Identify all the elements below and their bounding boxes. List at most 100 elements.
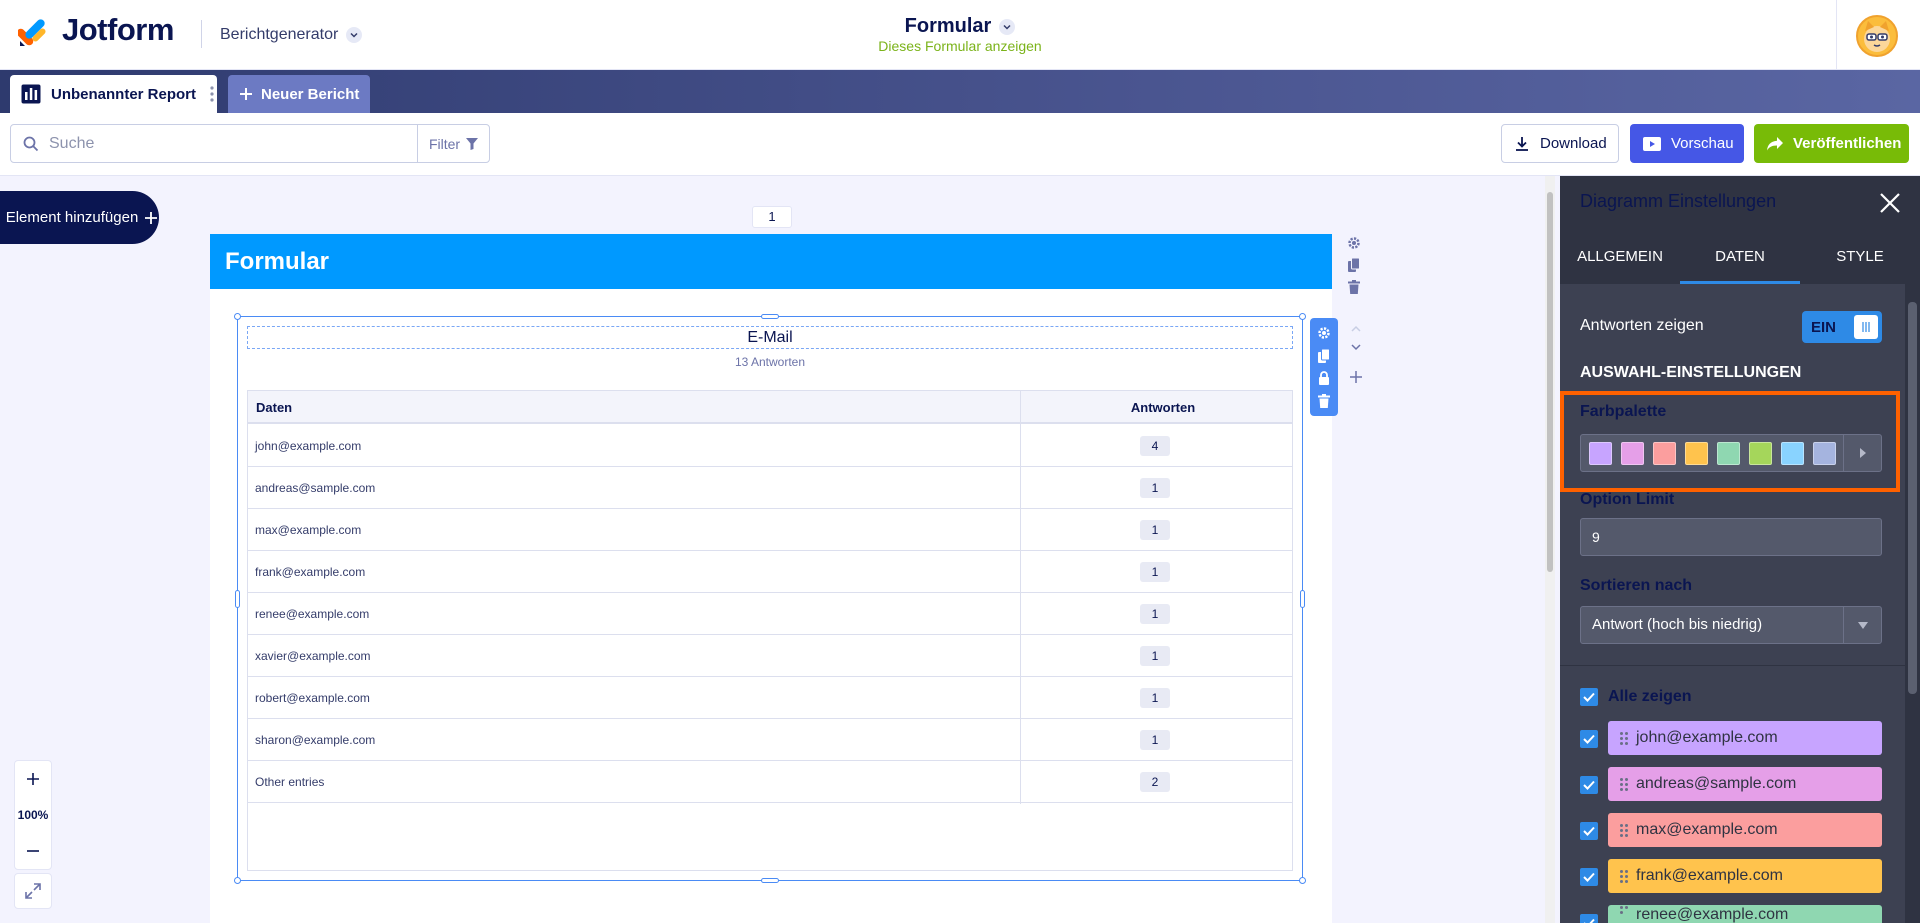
sort-select[interactable]: Antwort (hoch bis niedrig)	[1580, 606, 1882, 644]
more-options-icon[interactable]	[210, 86, 214, 102]
option-limit-input[interactable]: 9	[1580, 518, 1882, 556]
option-item[interactable]: max@example.com	[1608, 813, 1882, 847]
drag-handle-icon[interactable]	[1620, 731, 1628, 745]
resize-handle-top[interactable]	[761, 314, 779, 319]
page-header[interactable]: Formular	[210, 234, 1332, 289]
avatar[interactable]	[1856, 15, 1898, 57]
row-label: sharon@example.com	[255, 733, 376, 747]
tab-report[interactable]: Unbenannter Report	[10, 75, 217, 113]
row-label: andreas@sample.com	[255, 481, 376, 495]
sort-label: Sortieren nach	[1580, 577, 1693, 594]
fullscreen-icon[interactable]	[14, 873, 52, 909]
row-label: Other entries	[255, 775, 325, 789]
show-all-checkbox[interactable]	[1580, 688, 1598, 706]
color-palette-selector[interactable]	[1580, 434, 1882, 472]
resize-handle-corner[interactable]	[1299, 313, 1306, 320]
table-row: frank@example.com 1	[247, 551, 1293, 593]
color-swatch	[1589, 441, 1612, 465]
search-icon	[23, 136, 39, 152]
view-form-link[interactable]: Dieses Formular anzeigen	[878, 38, 1041, 54]
drag-handle-icon[interactable]	[1620, 906, 1628, 914]
tab-data[interactable]: DATEN	[1680, 231, 1800, 284]
download-button[interactable]: Download	[1501, 124, 1619, 163]
copy-icon[interactable]	[1348, 258, 1360, 272]
table-header: Daten Antworten	[247, 390, 1293, 424]
plus-icon	[239, 87, 253, 101]
item-checkbox[interactable]	[1580, 822, 1598, 840]
plus-icon	[144, 211, 158, 225]
chevron-up-icon[interactable]	[1349, 322, 1363, 336]
preview-button[interactable]: Vorschau	[1630, 124, 1744, 163]
plus-icon[interactable]	[1349, 370, 1363, 384]
caret-right-icon[interactable]	[1843, 435, 1881, 471]
selection-section-title: AUSWAHL-EINSTELLUNGEN	[1580, 364, 1802, 381]
toggle-knob-icon	[1854, 315, 1878, 339]
row-count: 1	[1140, 478, 1170, 498]
copy-icon[interactable]	[1318, 348, 1330, 363]
section-divider	[1560, 665, 1905, 666]
gear-icon[interactable]	[1317, 326, 1331, 340]
resize-handle-right[interactable]	[1300, 590, 1305, 608]
form-title-selector[interactable]: Formular	[905, 15, 1016, 38]
resize-handle-corner[interactable]	[234, 313, 241, 320]
palette-label: Farbpalette	[1580, 403, 1667, 420]
option-item[interactable]: andreas@sample.com	[1608, 767, 1882, 801]
trash-icon[interactable]	[1348, 280, 1360, 294]
zoom-out-icon[interactable]	[14, 833, 52, 869]
scrollbar-thumb[interactable]	[1908, 302, 1917, 694]
table-row: xavier@example.com 1	[247, 635, 1293, 677]
check-icon	[1580, 822, 1598, 840]
option-item[interactable]: frank@example.com	[1608, 859, 1882, 893]
widget-title[interactable]: E-Mail	[247, 326, 1293, 349]
resize-handle-left[interactable]	[235, 590, 240, 608]
color-swatch	[1621, 441, 1644, 465]
color-swatch	[1685, 441, 1708, 465]
add-element-button[interactable]: Element hinzufügen	[0, 191, 159, 244]
drag-handle-icon[interactable]	[1620, 777, 1628, 791]
show-answers-toggle[interactable]: EIN	[1802, 311, 1882, 343]
table-row: robert@example.com 1	[247, 677, 1293, 719]
new-report-tab[interactable]: Neuer Bericht	[228, 75, 370, 113]
row-count: 1	[1140, 520, 1170, 540]
page-number: 1	[752, 206, 792, 228]
item-checkbox[interactable]	[1580, 730, 1598, 748]
check-icon	[1580, 730, 1598, 748]
add-element-label: Element hinzufügen	[5, 208, 139, 226]
item-checkbox[interactable]	[1580, 914, 1598, 923]
scrollbar-thumb[interactable]	[1547, 192, 1553, 572]
tab-general[interactable]: ALLGEMEIN	[1560, 231, 1680, 284]
row-count: 1	[1140, 646, 1170, 666]
option-item-label: john@example.com	[1636, 729, 1778, 746]
canvas-scrollbar[interactable]	[1545, 176, 1555, 923]
lock-icon[interactable]	[1318, 371, 1330, 386]
trash-icon[interactable]	[1318, 393, 1330, 408]
filter-button[interactable]: Filter	[417, 124, 490, 163]
publish-label: Veröffentlichen	[1793, 135, 1902, 152]
item-checkbox[interactable]	[1580, 868, 1598, 886]
table-row: Other entries 2	[247, 761, 1293, 803]
column-header-answers: Antworten	[1130, 400, 1196, 415]
chevron-down-icon[interactable]	[1349, 340, 1363, 354]
tab-style[interactable]: STYLE	[1800, 231, 1920, 284]
close-icon[interactable]	[1879, 192, 1901, 214]
report-icon	[21, 84, 41, 104]
sort-value: Antwort (hoch bis niedrig)	[1592, 616, 1763, 633]
show-all-label: Alle zeigen	[1608, 688, 1692, 705]
resize-handle-corner[interactable]	[234, 877, 241, 884]
option-item-label: max@example.com	[1636, 821, 1778, 838]
zoom-in-icon[interactable]	[14, 761, 52, 797]
search-input[interactable]	[49, 134, 409, 153]
widget-tools	[1310, 318, 1338, 416]
drag-handle-icon[interactable]	[1620, 823, 1628, 837]
new-report-label: Neuer Bericht	[261, 85, 360, 103]
panel-scrollbar[interactable]	[1905, 284, 1920, 923]
resize-handle-bottom[interactable]	[761, 878, 779, 883]
row-count: 1	[1140, 730, 1170, 750]
drag-handle-icon[interactable]	[1620, 869, 1628, 883]
option-item[interactable]: john@example.com	[1608, 721, 1882, 755]
publish-button[interactable]: Veröffentlichen	[1754, 124, 1909, 163]
gear-icon[interactable]	[1347, 236, 1361, 250]
option-item[interactable]: renee@example.com	[1608, 905, 1882, 923]
resize-handle-corner[interactable]	[1299, 877, 1306, 884]
item-checkbox[interactable]	[1580, 776, 1598, 794]
